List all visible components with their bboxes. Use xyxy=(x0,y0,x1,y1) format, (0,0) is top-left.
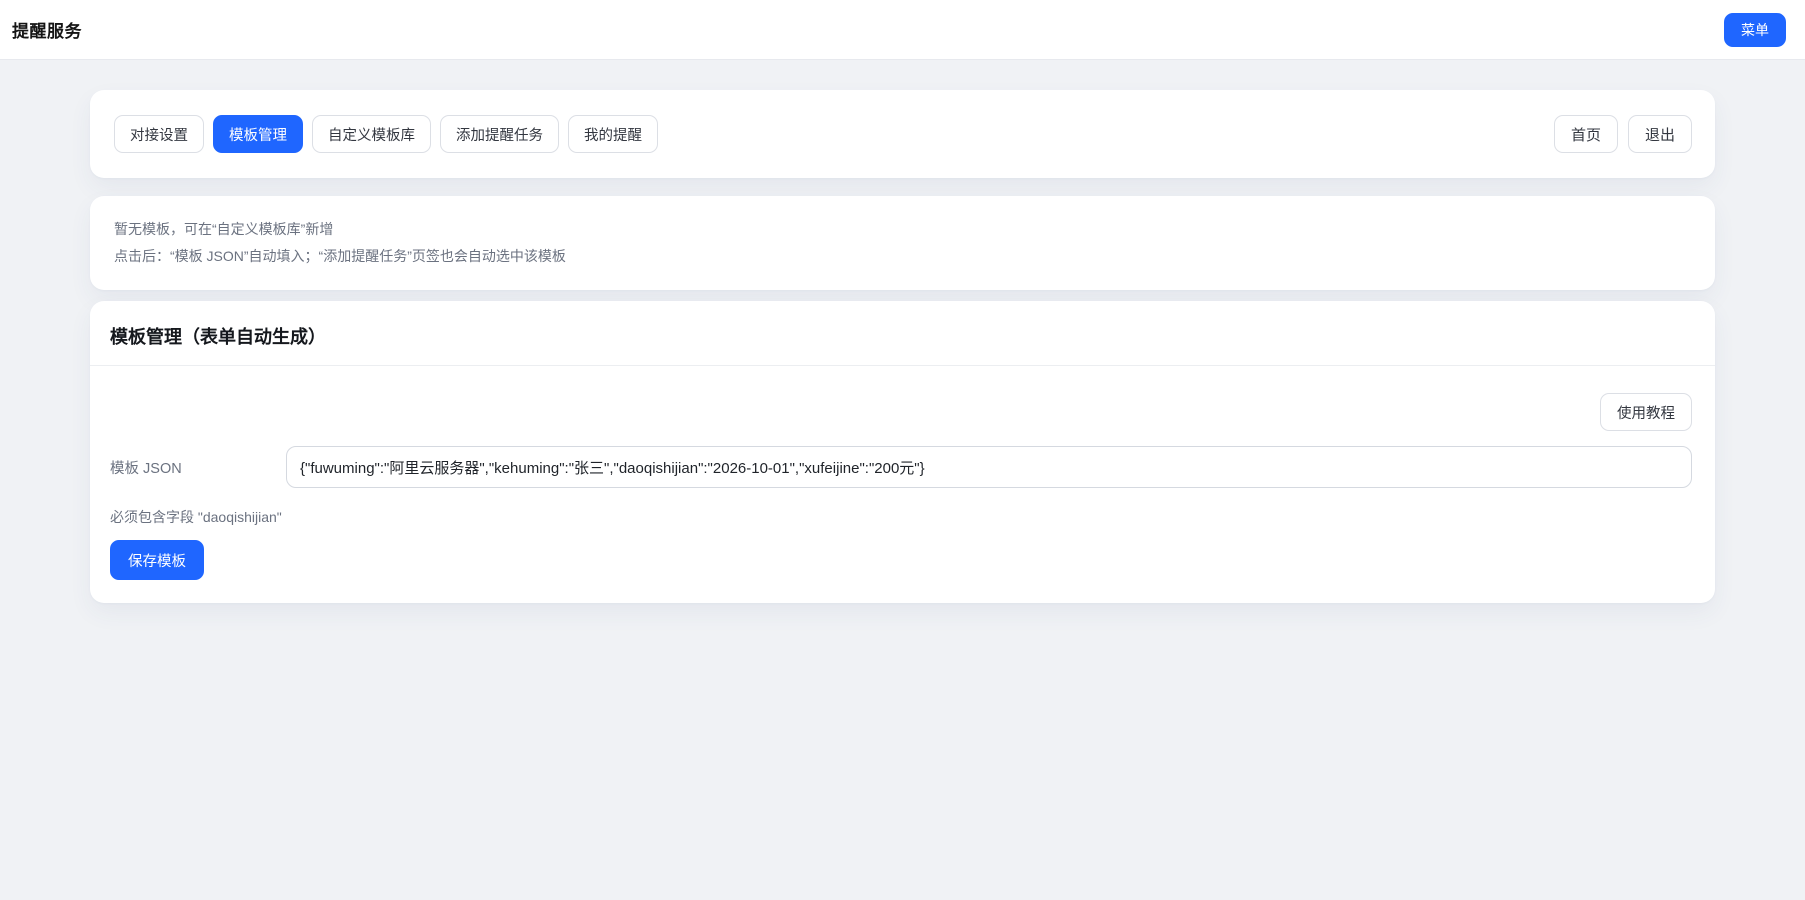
tab-my-reminders[interactable]: 我的提醒 xyxy=(568,115,658,153)
tutorial-row: 使用教程 xyxy=(110,393,1692,431)
template-json-row: 模板 JSON xyxy=(110,446,1692,488)
tutorial-button[interactable]: 使用教程 xyxy=(1600,393,1692,431)
notice-panel: 暂无模板，可在“自定义模板库”新增 点击后：“模板 JSON”自动填入；“添加提… xyxy=(90,196,1715,290)
save-template-button[interactable]: 保存模板 xyxy=(110,540,204,580)
required-field-hint: 必须包含字段 "daoqishijian" xyxy=(110,507,1692,527)
template-json-input[interactable] xyxy=(286,446,1692,488)
template-json-label: 模板 JSON xyxy=(110,457,286,478)
app-header: 提醒服务 菜单 xyxy=(0,0,1805,60)
section-title: 模板管理（表单自动生成） xyxy=(110,323,1692,349)
tab-group: 对接设置 模板管理 自定义模板库 添加提醒任务 我的提醒 xyxy=(114,115,658,153)
tab-template-management[interactable]: 模板管理 xyxy=(213,115,303,153)
main-content: 对接设置 模板管理 自定义模板库 添加提醒任务 我的提醒 首页 退出 暂无模板，… xyxy=(90,60,1715,603)
tab-connection-settings[interactable]: 对接设置 xyxy=(114,115,204,153)
nav-right-group: 首页 退出 xyxy=(1554,115,1692,153)
template-management-card: 模板管理（表单自动生成） 使用教程 模板 JSON 必须包含字段 "daoqis… xyxy=(90,301,1715,603)
tab-custom-template-library[interactable]: 自定义模板库 xyxy=(312,115,431,153)
notice-line-2: 点击后：“模板 JSON”自动填入；“添加提醒任务”页签也会自动选中该模板 xyxy=(114,243,1691,270)
tab-add-reminder-task[interactable]: 添加提醒任务 xyxy=(440,115,559,153)
app-title: 提醒服务 xyxy=(12,17,82,42)
section-header: 模板管理（表单自动生成） xyxy=(90,301,1715,366)
section-body: 使用教程 模板 JSON 必须包含字段 "daoqishijian" 保存模板 xyxy=(90,366,1715,603)
tab-bar: 对接设置 模板管理 自定义模板库 添加提醒任务 我的提醒 首页 退出 xyxy=(90,90,1715,178)
menu-button[interactable]: 菜单 xyxy=(1724,13,1786,47)
notice-line-1: 暂无模板，可在“自定义模板库”新增 xyxy=(114,216,1691,243)
logout-button[interactable]: 退出 xyxy=(1628,115,1692,153)
home-button[interactable]: 首页 xyxy=(1554,115,1618,153)
